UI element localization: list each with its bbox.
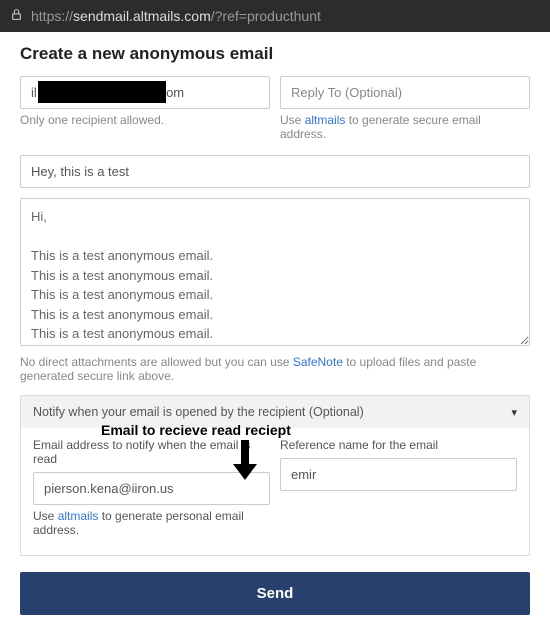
send-button[interactable]: Send bbox=[20, 572, 530, 615]
chevron-down-icon: ▾ bbox=[511, 406, 517, 419]
attachments-note: No direct attachments are allowed but yo… bbox=[20, 355, 530, 383]
lock-icon bbox=[10, 8, 23, 24]
notify-ref-label: Reference name for the email bbox=[280, 438, 517, 452]
notify-ref-input[interactable] bbox=[280, 458, 517, 491]
notify-email-label: Email address to notify when the email i… bbox=[33, 438, 270, 466]
redacted-overlay bbox=[38, 81, 166, 103]
body-textarea[interactable] bbox=[20, 198, 530, 346]
notify-section: Notify when your email is opened by the … bbox=[20, 395, 530, 556]
notify-email-input[interactable] bbox=[33, 472, 270, 505]
safenote-link[interactable]: SafeNote bbox=[293, 355, 343, 369]
page-title: Create a new anonymous email bbox=[20, 44, 530, 64]
altmails-link[interactable]: altmails bbox=[305, 113, 346, 127]
to-helper: Only one recipient allowed. bbox=[20, 113, 270, 127]
subject-input[interactable] bbox=[20, 155, 530, 188]
address-bar[interactable]: https://sendmail.altmails.com/?ref=produ… bbox=[0, 0, 550, 32]
reply-to-helper: Use altmails to generate secure email ad… bbox=[280, 113, 530, 141]
page-content: Create a new anonymous email Only one re… bbox=[0, 32, 550, 631]
url-text: https://sendmail.altmails.com/?ref=produ… bbox=[31, 8, 321, 24]
altmails-link-2[interactable]: altmails bbox=[58, 509, 99, 523]
reply-to-input[interactable] bbox=[280, 76, 530, 109]
notify-header-label: Notify when your email is opened by the … bbox=[33, 405, 364, 419]
notify-header[interactable]: Notify when your email is opened by the … bbox=[21, 396, 529, 428]
notify-email-helper: Use altmails to generate personal email … bbox=[33, 509, 270, 537]
